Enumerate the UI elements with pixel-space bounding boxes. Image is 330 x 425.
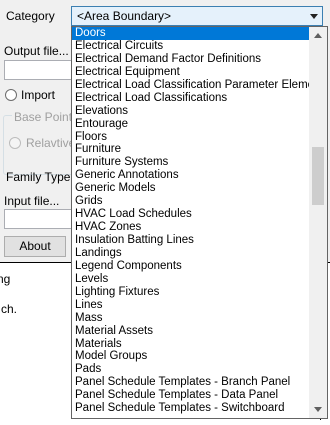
dropdown-item[interactable]: Panel Schedule Templates - Switchboard: [72, 402, 309, 415]
dropdown-item[interactable]: Doors: [72, 27, 309, 40]
arrow-up-icon: [314, 33, 322, 38]
dropdown-item[interactable]: Entourage: [72, 118, 309, 131]
dropdown-item[interactable]: Electrical Demand Factor Definitions: [72, 53, 309, 66]
category-dropdown-list[interactable]: Doors Electrical Circuits Electrical Deman…: [71, 26, 328, 419]
import-radio[interactable]: [5, 89, 17, 101]
dropdown-item[interactable]: Lighting Fixtures: [72, 286, 309, 299]
dropdown-item[interactable]: Electrical Circuits: [72, 40, 309, 53]
category-label: Category: [6, 9, 55, 23]
dropdown-item[interactable]: Generic Annotations: [72, 169, 309, 182]
input-file-input[interactable]: [4, 209, 74, 229]
dropdown-item[interactable]: Furniture: [72, 143, 309, 156]
dropdown-scrollbar[interactable]: [309, 27, 327, 418]
dropdown-item[interactable]: Pads: [72, 363, 309, 376]
category-combobox-value: <Area Boundary>: [77, 9, 172, 23]
dropdown-item[interactable]: Panel Schedule Templates - Branch Panel: [72, 376, 309, 389]
family-type-label: Family Type: [6, 170, 71, 184]
dropdown-items: Doors Electrical Circuits Electrical Deman…: [72, 27, 309, 415]
dropdown-item[interactable]: Insulation Batting Lines: [72, 234, 309, 247]
dropdown-item[interactable]: Materials: [72, 338, 309, 351]
dropdown-item[interactable]: Lines: [72, 299, 309, 312]
dropdown-item[interactable]: HVAC Zones: [72, 221, 309, 234]
dropdown-item[interactable]: Electrical Load Classifications: [72, 92, 309, 105]
scrollbar-thumb[interactable]: [312, 147, 324, 205]
dropdown-item[interactable]: Model Groups: [72, 350, 309, 363]
dropdown-item[interactable]: Electrical Equipment: [72, 66, 309, 79]
dropdown-item[interactable]: Generic Models: [72, 182, 309, 195]
dropdown-item[interactable]: Furniture Systems: [72, 156, 309, 169]
dropdown-item[interactable]: Material Assets: [72, 325, 309, 338]
arrow-down-icon: [314, 407, 322, 412]
input-file-label: Input file...: [4, 194, 60, 208]
relative-label: Relavtive: [26, 136, 76, 150]
scroll-down-button[interactable]: [310, 401, 327, 418]
dropdown-item[interactable]: Mass: [72, 312, 309, 325]
output-file-input[interactable]: [4, 60, 74, 80]
dropdown-item[interactable]: Grids: [72, 195, 309, 208]
output-file-label: Output file...: [4, 44, 69, 58]
about-button[interactable]: About: [4, 236, 66, 257]
relative-radio[interactable]: [9, 137, 21, 149]
background-text-1: ng: [0, 272, 11, 286]
dropdown-item[interactable]: HVAC Load Schedules: [72, 208, 309, 221]
dropdown-item[interactable]: Elevations: [72, 105, 309, 118]
scroll-up-button[interactable]: [310, 27, 327, 44]
dropdown-item[interactable]: Panel Schedule Templates - Data Panel: [72, 389, 309, 402]
dropdown-item[interactable]: Levels: [72, 273, 309, 286]
dropdown-item[interactable]: Landings: [72, 247, 309, 260]
dropdown-item[interactable]: Legend Components: [72, 260, 309, 273]
base-point-label: Base Point: [12, 110, 75, 124]
chevron-down-icon[interactable]: [310, 14, 318, 19]
background-text-2: ch.: [1, 302, 18, 316]
category-combobox[interactable]: <Area Boundary>: [71, 6, 323, 26]
dropdown-item[interactable]: Electrical Load Classification Parameter…: [72, 79, 309, 92]
import-label: Import: [21, 88, 56, 102]
dropdown-item[interactable]: Floors: [72, 131, 309, 144]
